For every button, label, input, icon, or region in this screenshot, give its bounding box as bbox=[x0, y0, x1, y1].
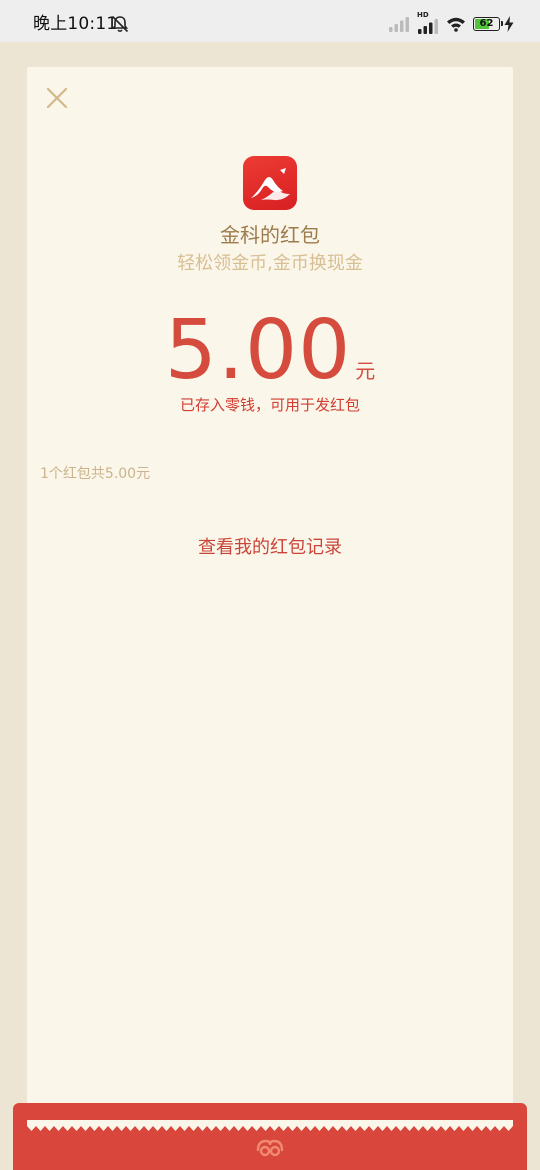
cellular-signal-hd-icon: HD bbox=[417, 11, 439, 34]
amount-value: 5.00 bbox=[164, 303, 352, 398]
amount-display: 5.00 元 bbox=[27, 303, 513, 399]
battery-icon: 62 bbox=[473, 17, 503, 31]
status-time: 晚上10:11 bbox=[33, 14, 118, 34]
cellular-signal-icon bbox=[389, 17, 409, 32]
packet-summary: 1个红包共5.00元 bbox=[40, 466, 151, 482]
close-icon[interactable] bbox=[44, 85, 70, 111]
wifi-icon bbox=[447, 17, 465, 32]
status-bar: 晚上10:11 HD 62 bbox=[0, 0, 540, 42]
card-zigzag-edge bbox=[27, 1120, 513, 1131]
alarm-off-icon bbox=[111, 15, 129, 33]
red-packet-card: 金科的红包 轻松领金币,金币换现金 5.00 元 已存入零钱，可用于发红包 1个红… bbox=[27, 67, 513, 1132]
sender-slogan: 轻松领金币,金币换现金 bbox=[177, 253, 363, 274]
status-icons: HD 62 bbox=[388, 11, 514, 36]
wechat-pay-logo-icon bbox=[256, 1139, 284, 1157]
battery-level: 62 bbox=[479, 18, 494, 29]
battery-cap bbox=[501, 21, 503, 26]
charging-icon bbox=[504, 16, 514, 32]
saved-to-balance-note: 已存入零钱，可用于发红包 bbox=[179, 396, 360, 414]
amount-unit: 元 bbox=[355, 359, 376, 383]
view-red-packet-records-link[interactable]: 查看我的红包记录 bbox=[27, 535, 513, 561]
sender-name: 金科的红包 bbox=[220, 223, 320, 247]
app-logo-icon bbox=[243, 156, 297, 210]
